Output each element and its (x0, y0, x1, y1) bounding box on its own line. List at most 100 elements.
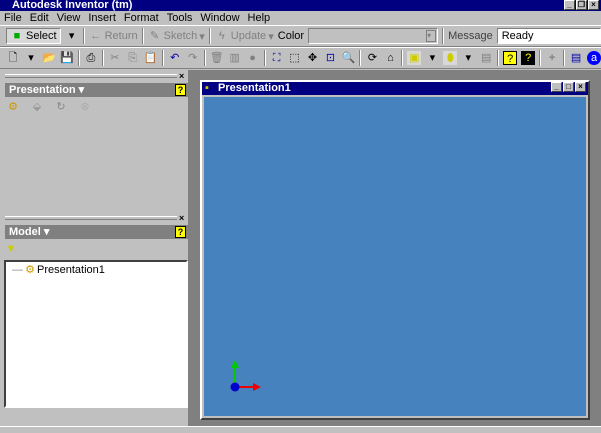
print-icon[interactable]: ⎙ (84, 51, 98, 65)
help-icon[interactable]: ? (175, 84, 186, 96)
doc-minimize-button[interactable]: _ (551, 82, 562, 92)
zoom-icon[interactable]: 🔍 (341, 51, 356, 65)
menu-edit[interactable]: Edit (30, 11, 49, 25)
separator (203, 50, 206, 66)
select-dropdown[interactable]: ▾ (65, 29, 79, 43)
menu-tools[interactable]: Tools (167, 11, 193, 25)
message-label: Message (448, 30, 493, 42)
sketch-button[interactable]: ✎ Sketch ▾ (148, 29, 205, 43)
return-icon: ← (90, 30, 102, 42)
cut-icon[interactable]: ✂ (108, 51, 122, 65)
chevron-down-icon: ▾ (426, 30, 437, 42)
shadow-dropdown[interactable]: ▾ (461, 51, 475, 65)
standard-toolbar: 🗋 ▾ 📂 💾 ⎙ ✂ ⎘ 📋 ↶ ↷ 🗑 ▥ ● ⛶ ⬚ ✥ ⊡ 🔍 ⟳ ⌂ ▣… (0, 47, 601, 69)
look-at-icon[interactable]: ⌂ (383, 51, 397, 65)
tweak-components-icon[interactable]: ⬙ (30, 100, 44, 114)
open-icon[interactable]: 📂 (42, 51, 56, 65)
new-dropdown[interactable]: ▾ (24, 51, 38, 65)
redo-icon[interactable]: ↷ (186, 51, 200, 65)
model-panel-header[interactable]: Model ▾? (5, 225, 188, 239)
separator (208, 28, 211, 44)
close-panel-icon[interactable]: × (179, 71, 184, 81)
doc-close-button[interactable]: × (575, 82, 586, 92)
update-icon: ϟ (218, 30, 225, 42)
tweak-icon[interactable]: ▥ (228, 51, 242, 65)
separator (141, 28, 144, 44)
separator (539, 50, 542, 66)
separator (442, 28, 445, 44)
zoom-all-icon[interactable]: ⛶ (270, 51, 284, 65)
autodesk-online-icon[interactable]: a (587, 51, 601, 65)
help-icon[interactable]: ? (175, 226, 186, 238)
shadow-icon[interactable]: ⬮ (443, 51, 458, 65)
separator (497, 50, 500, 66)
tree-item[interactable]: — ⚙ Presentation1 (6, 262, 186, 277)
menu-window[interactable]: Window (200, 11, 239, 25)
separator (101, 50, 104, 66)
graphics-viewport[interactable] (204, 97, 586, 416)
menu-file[interactable]: File (4, 11, 22, 25)
color-label: Color (277, 30, 305, 42)
undo-icon[interactable]: ↶ (168, 51, 182, 65)
animate-icon[interactable]: ⊛ (78, 100, 92, 114)
app-title: Autodesk Inventor (tm) (12, 0, 133, 11)
doc-maximize-button[interactable]: □ (563, 82, 574, 92)
copy-icon[interactable]: ⎘ (126, 51, 140, 65)
select-button[interactable]: ■ Select (6, 28, 61, 44)
camera-icon[interactable]: ▤ (479, 51, 493, 65)
minimize-button[interactable]: _ (564, 0, 575, 10)
color-select[interactable]: ▾ (308, 28, 439, 44)
sketch-icon: ✎ (150, 30, 160, 42)
rotate-icon[interactable]: ⟳ (365, 51, 379, 65)
display-mode-dropdown[interactable]: ▾ (425, 51, 439, 65)
save-icon[interactable]: 💾 (60, 51, 74, 65)
menu-insert[interactable]: Insert (88, 11, 116, 25)
separator (359, 50, 362, 66)
return-button[interactable]: ← Return (89, 29, 138, 43)
display-mode-icon[interactable]: ▣ (407, 51, 422, 65)
add-icon[interactable]: + (545, 51, 559, 65)
separator (563, 50, 566, 66)
menu-bar: File Edit View Insert Format Tools Windo… (0, 11, 601, 25)
app-titlebar: Autodesk Inventor (tm) _ ❐ × (0, 0, 601, 11)
document-icon: ▪ (205, 82, 209, 94)
menu-help[interactable]: Help (248, 11, 271, 25)
zoom-select-icon[interactable]: ⊡ (324, 51, 338, 65)
separator (82, 28, 85, 44)
new-icon[interactable]: 🗋 (6, 51, 20, 65)
close-panel-icon[interactable]: × (179, 213, 184, 223)
select-icon: ■ (13, 30, 21, 42)
message-field: Ready (496, 28, 601, 44)
update-button[interactable]: ϟ Update ▾ (215, 29, 274, 43)
separator (161, 50, 164, 66)
panel-grip[interactable] (5, 216, 177, 220)
status-bar (0, 426, 601, 433)
create-view-icon[interactable]: ⚙ (6, 100, 20, 114)
close-button[interactable]: × (588, 0, 599, 10)
delete-icon[interactable]: 🗑 (210, 51, 224, 65)
separator (263, 50, 266, 66)
paste-icon[interactable]: 📋 (144, 51, 158, 65)
pan-icon[interactable]: ✥ (306, 51, 320, 65)
menu-format[interactable]: Format (124, 11, 159, 25)
browser-icon[interactable]: ▤ (569, 51, 583, 65)
document-titlebar: ▪ Presentation1 _ □ × (202, 82, 588, 95)
document-window: ▪ Presentation1 _ □ × (200, 80, 590, 420)
panel-grip[interactable] (5, 74, 177, 78)
command-toolbar: ■ Select ▾ ← Return ✎ Sketch ▾ ϟ Update ▾ Co… (0, 25, 601, 47)
model-browser: — ⚙ Presentation1 (4, 260, 188, 408)
presentation-panel-header[interactable]: Presentation ▾? (5, 83, 188, 97)
separator (77, 50, 80, 66)
presentation-icon: ⚙ (25, 264, 35, 276)
separator (401, 50, 404, 66)
restore-button[interactable]: ❐ (576, 0, 587, 10)
presentation-tools: ⚙ ⬙ ↻ ⊛ (6, 100, 92, 114)
record-icon[interactable]: ● (246, 51, 260, 65)
whats-this-icon[interactable]: ? (521, 51, 536, 65)
precise-rotate-icon[interactable]: ↻ (54, 100, 68, 114)
zoom-window-icon[interactable]: ⬚ (288, 51, 302, 65)
coordinate-triad-icon (230, 360, 261, 392)
filter-icon[interactable]: ▼ (4, 242, 18, 256)
menu-view[interactable]: View (57, 11, 81, 25)
help-icon[interactable]: ? (503, 51, 518, 65)
